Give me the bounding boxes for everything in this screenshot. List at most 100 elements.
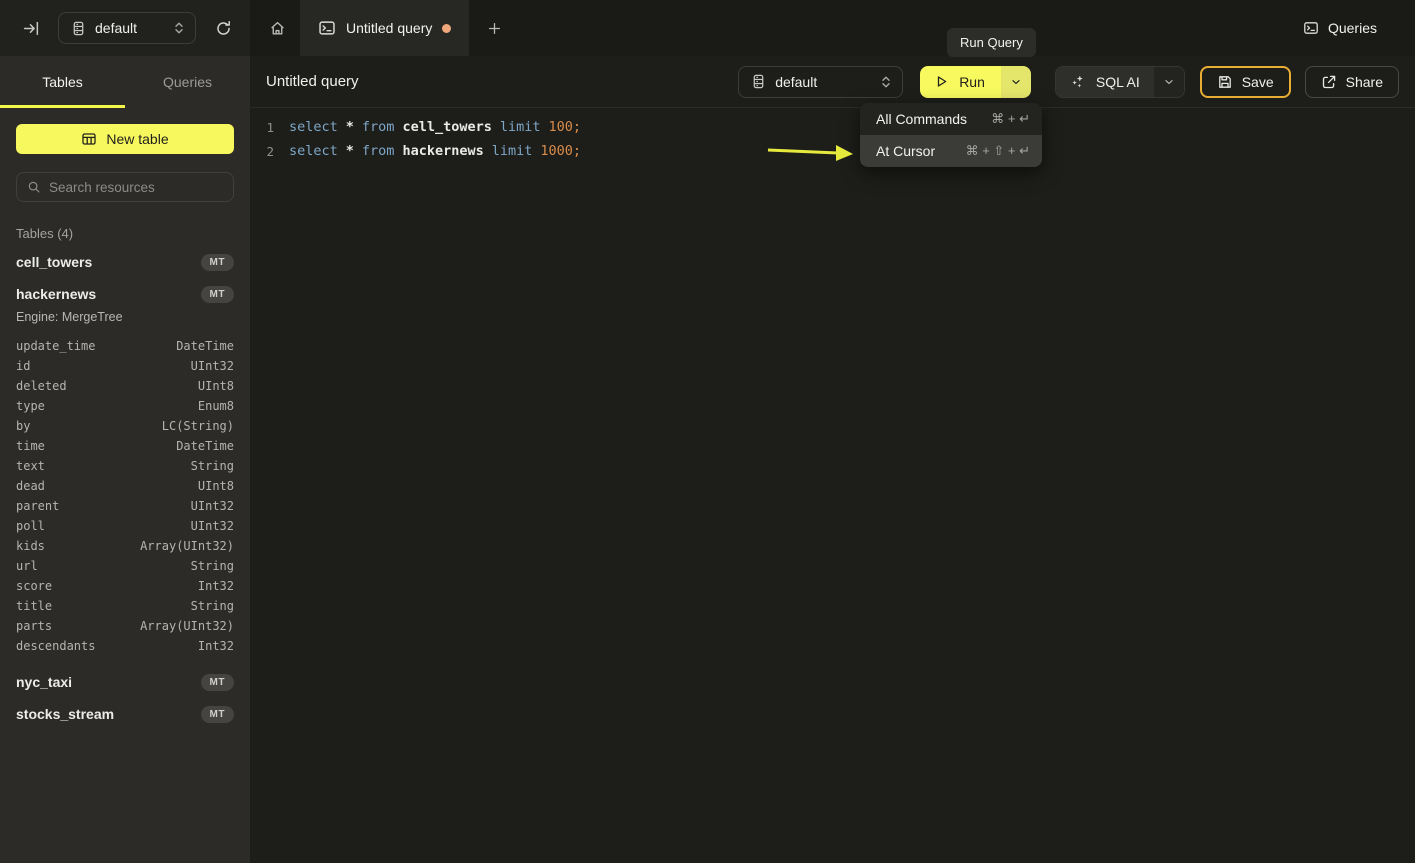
sql-literal: 1000;: [540, 143, 581, 159]
column-name: type: [16, 399, 45, 413]
table-row-stocks-stream[interactable]: stocks_stream MT: [16, 702, 234, 726]
column-name: url: [16, 559, 38, 573]
sql-ai-options-button[interactable]: [1154, 67, 1184, 97]
engine-badge: MT: [201, 286, 234, 303]
sql-keyword: select: [289, 143, 338, 159]
table-row-cell-towers[interactable]: cell_towers MT: [16, 250, 234, 274]
sql-editor[interactable]: 1 select * from cell_towers limit 100; 2…: [250, 108, 1415, 863]
column-name: by: [16, 419, 30, 433]
sidebar-tab-tables[interactable]: Tables: [0, 56, 125, 108]
code-line-1: 1 select * from cell_towers limit 100;: [250, 115, 1415, 139]
column-row: parent UInt32: [16, 496, 234, 516]
column-row: parts Array(UInt32): [16, 616, 234, 636]
toolbar-database-selector[interactable]: default: [738, 66, 903, 98]
topbar-database-selector[interactable]: default: [58, 12, 196, 44]
sidebar-tab-tables-label: Tables: [42, 74, 82, 90]
save-icon: [1217, 74, 1233, 90]
sql-table-name: cell_towers: [402, 119, 491, 135]
chevron-down-icon: [1010, 76, 1022, 88]
table-row-hackernews[interactable]: hackernews MT: [16, 282, 234, 306]
tabstrip: Untitled query Queries: [250, 0, 1415, 56]
sql-keyword: select: [289, 119, 338, 135]
column-name: dead: [16, 479, 45, 493]
tab-untitled-query[interactable]: Untitled query: [300, 0, 469, 56]
line-number: 1: [262, 120, 274, 135]
search-box[interactable]: [16, 172, 234, 202]
column-name: poll: [16, 519, 45, 533]
share-button-label: Share: [1346, 74, 1383, 90]
column-row: update_time DateTime: [16, 336, 234, 356]
new-table-button-label: New table: [106, 131, 168, 147]
refresh-button[interactable]: [210, 15, 236, 41]
share-button[interactable]: Share: [1305, 66, 1399, 98]
sidebar-tab-queries[interactable]: Queries: [125, 56, 250, 108]
sql-keyword: limit: [500, 119, 541, 135]
column-name: kids: [16, 539, 45, 553]
menu-item-label: At Cursor: [876, 143, 935, 159]
chevron-down-icon: [1163, 76, 1175, 88]
sql-star: *: [346, 119, 354, 135]
sql-number: 100: [548, 119, 572, 135]
topbar: default Untitled query: [0, 0, 1415, 56]
search-icon: [27, 180, 41, 194]
share-icon: [1321, 74, 1337, 90]
page-title: Untitled query: [266, 73, 359, 90]
sql-ai-split-button: SQL AI: [1055, 66, 1185, 98]
column-type: UInt32: [191, 359, 234, 373]
sql-semicolon: ;: [573, 119, 581, 135]
engine-line: Engine: MergeTree: [16, 310, 234, 326]
home-button[interactable]: [264, 15, 290, 41]
body: Tables Queries New table: [0, 56, 1415, 863]
main-area: Untitled query default: [250, 56, 1415, 863]
query-header: Untitled query default: [250, 56, 1415, 108]
sql-number: 1000: [540, 143, 573, 159]
column-row: text String: [16, 456, 234, 476]
sidebar-tab-queries-label: Queries: [163, 74, 212, 90]
sql-table-name: hackernews: [402, 143, 483, 159]
topbar-database-value: default: [95, 20, 164, 36]
terminal-icon: [1303, 20, 1319, 36]
column-row: type Enum8: [16, 396, 234, 416]
column-row: descendants Int32: [16, 636, 234, 656]
query-toolbar: default Run: [738, 66, 1399, 98]
column-name: time: [16, 439, 45, 453]
column-row: score Int32: [16, 576, 234, 596]
run-button-label: Run: [959, 74, 985, 90]
column-name: title: [16, 599, 52, 613]
run-options-button[interactable]: [1001, 66, 1031, 98]
table-name: cell_towers: [16, 254, 92, 270]
sql-keyword: limit: [492, 143, 533, 159]
column-type: Int32: [198, 639, 234, 653]
tables-section-label: Tables (4): [16, 226, 234, 242]
tooltip-text: Run Query: [960, 35, 1023, 50]
column-row: title String: [16, 596, 234, 616]
updown-icon: [173, 21, 185, 35]
run-split-button: Run: [920, 66, 1031, 98]
table-row-nyc-taxi[interactable]: nyc_taxi MT: [16, 670, 234, 694]
column-type: DateTime: [176, 339, 234, 353]
collapse-sidebar-button[interactable]: [18, 15, 44, 41]
save-button[interactable]: Save: [1200, 66, 1291, 98]
table-grid-icon: [81, 131, 97, 147]
menu-item-shortcut: ⌘ + ↵: [991, 111, 1030, 127]
engine-badge: MT: [201, 674, 234, 691]
new-table-button[interactable]: New table: [16, 124, 234, 154]
menu-item-all-commands[interactable]: All Commands ⌘ + ↵: [860, 103, 1042, 135]
sparkles-icon: [1070, 74, 1086, 90]
column-type: UInt8: [198, 379, 234, 393]
new-tab-button[interactable]: [481, 15, 507, 41]
column-row: id UInt32: [16, 356, 234, 376]
column-type: String: [191, 459, 234, 473]
run-button[interactable]: Run: [920, 66, 1001, 98]
menu-item-at-cursor[interactable]: At Cursor ⌘ + ⇧ + ↵: [860, 135, 1042, 167]
column-row: poll UInt32: [16, 516, 234, 536]
search-input[interactable]: [49, 180, 223, 195]
run-query-tooltip: Run Query: [947, 28, 1036, 57]
column-row: by LC(String): [16, 416, 234, 436]
sql-ai-button[interactable]: SQL AI: [1056, 67, 1154, 97]
queries-button[interactable]: Queries: [1303, 20, 1377, 36]
column-type: LC(String): [162, 419, 234, 433]
column-type: Int32: [198, 579, 234, 593]
sql-keyword: from: [362, 119, 395, 135]
column-name: id: [16, 359, 30, 373]
